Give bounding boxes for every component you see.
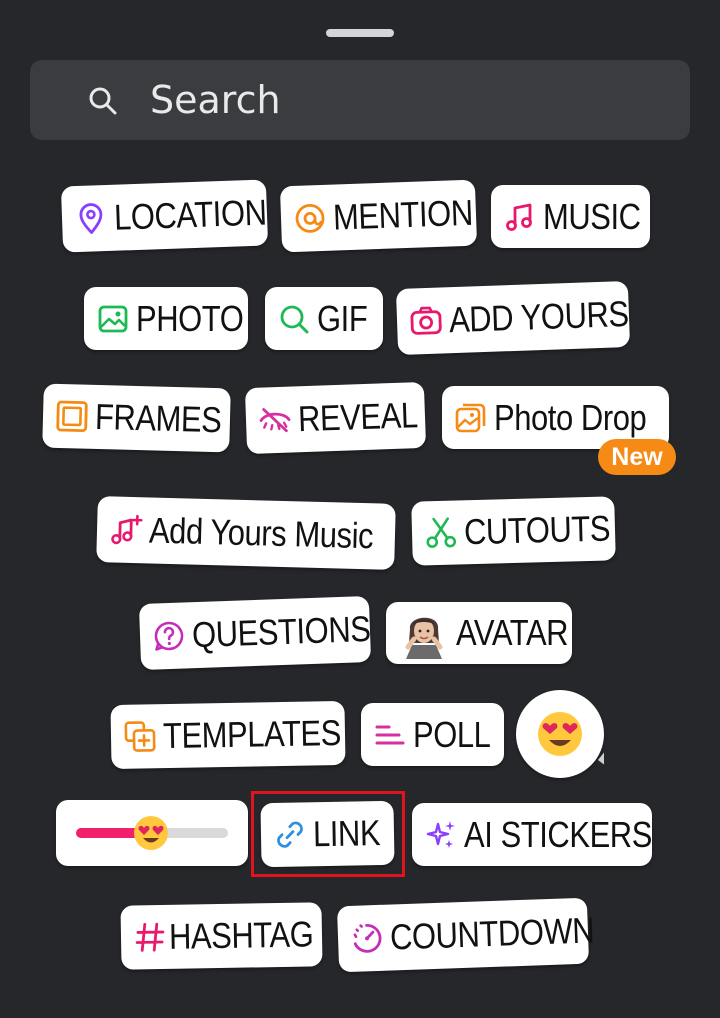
sticker-poll[interactable]: POLL [361,703,504,766]
heart-eyes-emoji-icon[interactable] [132,814,170,852]
sticker-label: QUESTIONS [191,607,372,656]
sticker-label: REVEAL [297,394,419,440]
search-bar[interactable]: Search [30,60,690,140]
frame-icon [55,399,90,434]
sticker-tray-sheet: Search LOCATION MENTION MUSIC PHOTO GIF [0,0,720,1018]
image-icon [96,302,130,336]
search-icon [88,86,118,116]
sticker-avatar[interactable]: AVATAR [386,602,572,664]
question-bubble-icon [151,618,186,653]
sticker-label: Add Yours Music [148,509,374,557]
sticker-music[interactable]: MUSIC [491,185,650,248]
sticker-label: TEMPLATES [162,712,342,757]
sticker-label: MENTION [332,191,474,238]
sticker-templates[interactable]: TEMPLATES [110,700,346,770]
sticker-label: AI STICKERS [464,813,652,855]
heart-eyes-emoji-icon [538,712,604,765]
drag-handle[interactable] [326,29,394,37]
sticker-countdown[interactable]: COUNTDOWN [336,897,595,973]
music-note-icon [503,200,537,234]
location-pin-icon [73,201,108,236]
sticker-label: Photo Drop [494,396,647,438]
poll-lines-icon [373,718,407,752]
eye-slash-icon [257,403,292,438]
sticker-label: LOCATION [113,191,268,238]
sticker-label: AVATAR [456,612,569,653]
sticker-add-yours[interactable]: ADD YOURS [395,280,631,356]
hashtag-icon [133,920,168,955]
camera-icon [408,303,443,338]
new-badge: New [598,439,676,475]
sticker-label: COUNTDOWN [389,909,595,958]
sticker-add-yours-music[interactable]: Add Yours Music [96,496,396,570]
emoji-slider-sticker[interactable] [56,800,248,866]
sticker-label: HASHTAG [168,913,314,957]
sticker-ai-stickers[interactable]: AI STICKERS [412,803,652,866]
sticker-label: ADD YOURS [448,292,630,341]
sticker-label: PHOTO [136,297,244,339]
emoji-reaction-sticker[interactable] [516,690,604,778]
sticker-label: MUSIC [543,195,641,237]
threads-at-icon [292,201,327,236]
search-placeholder: Search [150,78,281,122]
search-icon [277,302,311,336]
template-plus-icon [123,719,158,754]
sticker-questions[interactable]: QUESTIONS [138,596,372,670]
sticker-hashtag[interactable]: HASHTAG [120,902,323,970]
sticker-label: GIF [317,297,368,339]
sticker-location[interactable]: LOCATION [60,179,269,253]
sticker-gif[interactable]: GIF [265,287,383,350]
selection-highlight [251,791,405,877]
sticker-reveal[interactable]: REVEAL [244,381,427,455]
countdown-timer-icon [349,921,384,956]
photo-drop-icon [454,401,488,435]
scissors-icon [424,515,459,550]
sticker-photo[interactable]: PHOTO [84,287,248,350]
sticker-cutouts[interactable]: CUTOUTS [411,496,616,566]
avatar-image [398,607,450,659]
sticker-label: CUTOUTS [463,507,611,553]
sparkle-icon [424,818,458,852]
music-plus-icon [109,512,144,547]
sticker-frames[interactable]: FRAMES [42,383,231,453]
sticker-label: FRAMES [94,395,222,441]
sticker-label: POLL [413,713,491,755]
sticker-mention[interactable]: MENTION [279,179,478,253]
